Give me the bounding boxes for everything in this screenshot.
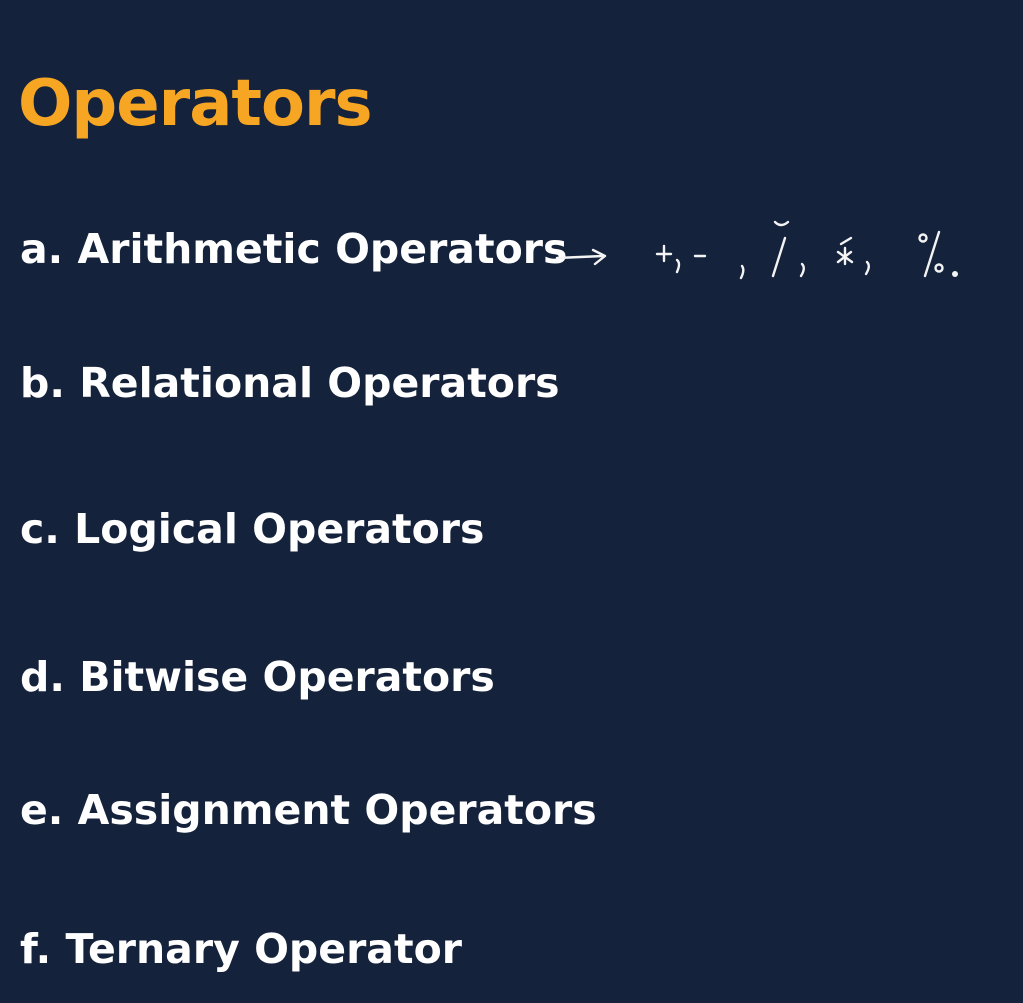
comma-mark [739, 264, 745, 280]
list-item-arithmetic: a. Arithmetic Operators [20, 225, 568, 273]
list-item-relational: b. Relational Operators [20, 359, 560, 407]
slide-title: Operators [18, 67, 373, 141]
asterisk-mark [836, 236, 854, 266]
list-item-ternary: f. Ternary Operator [20, 925, 462, 973]
divide-mark [771, 220, 790, 278]
comma-mark [675, 258, 681, 274]
slide: Operators a. Arithmetic Operators b. Rel… [0, 0, 1023, 1003]
arrow-icon [555, 248, 607, 266]
handwritten-annotation [555, 220, 958, 280]
list-item-logical: c. Logical Operators [20, 505, 485, 553]
percent-mark [918, 230, 944, 278]
period-mark [952, 271, 958, 277]
list-item-assignment: e. Assignment Operators [20, 786, 597, 834]
list-item-bitwise: d. Bitwise Operators [20, 653, 495, 701]
plus-mark [655, 244, 673, 263]
comma-mark [864, 260, 870, 276]
comma-mark [799, 262, 805, 278]
